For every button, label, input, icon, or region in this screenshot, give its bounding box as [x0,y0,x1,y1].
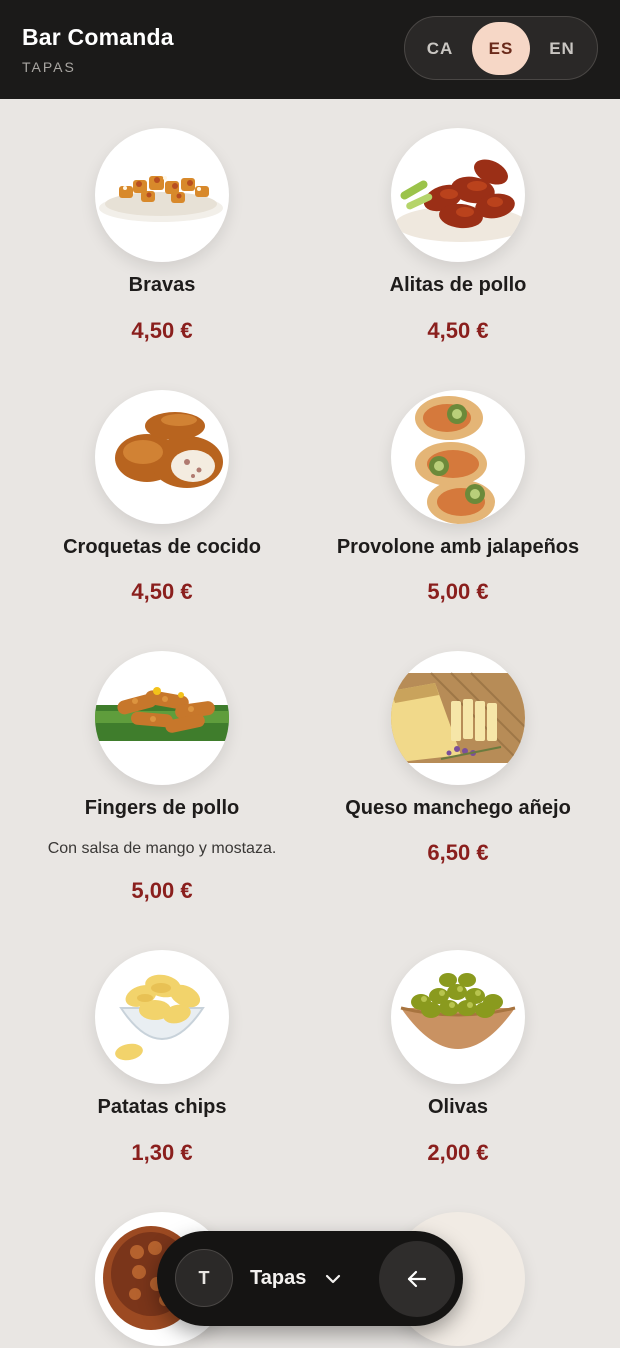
item-price: 5,00 € [131,878,193,903]
language-switcher: CA ES EN [404,16,598,80]
item-price: 6,50 € [427,840,489,865]
app-header: Bar Comanda TAPAS CA ES EN [0,0,620,99]
item-name: Olivas [427,1096,489,1118]
item-name: Bravas [128,274,196,296]
chevron-down-icon[interactable] [323,1269,343,1289]
item-price: 4,50 € [131,579,193,604]
item-name: Patatas chips [97,1096,227,1118]
bravas-photo[interactable] [95,128,229,262]
category-selector[interactable]: Tapas [250,1267,306,1290]
item-name: Queso manchego añejo [345,797,571,819]
fingers-photo[interactable] [95,651,229,785]
language-en-button[interactable]: EN [533,22,591,75]
item-name: Alitas de pollo [389,274,527,296]
item-price: 4,50 € [131,318,193,343]
arrow-left-icon [407,1270,427,1288]
item-price: 1,30 € [131,1140,193,1165]
language-es-button[interactable]: ES [472,22,530,75]
provolone-photo[interactable] [391,390,525,524]
language-ca-button[interactable]: CA [411,22,469,75]
item-price: 2,00 € [427,1140,489,1165]
manchego-photo[interactable] [391,651,525,785]
category-badge[interactable]: T [175,1249,233,1307]
app-title: Bar Comanda [22,24,174,50]
category-nav-bar: T Tapas [157,1231,463,1326]
back-button[interactable] [379,1241,455,1317]
item-price: 4,50 € [427,318,489,343]
chips-photo[interactable] [95,950,229,1084]
item-name: Croquetas de cocido [63,536,261,558]
item-name: Provolone amb jalapeños [336,536,580,558]
item-price: 5,00 € [427,579,489,604]
item-description: Con salsa de mango y mostaza. [47,840,277,857]
section-subtitle: TAPAS [22,59,76,75]
item-name: Fingers de pollo [84,797,240,819]
olivas-photo[interactable] [391,950,525,1084]
alitas-photo[interactable] [391,128,525,262]
croquetas-photo[interactable] [95,390,229,524]
